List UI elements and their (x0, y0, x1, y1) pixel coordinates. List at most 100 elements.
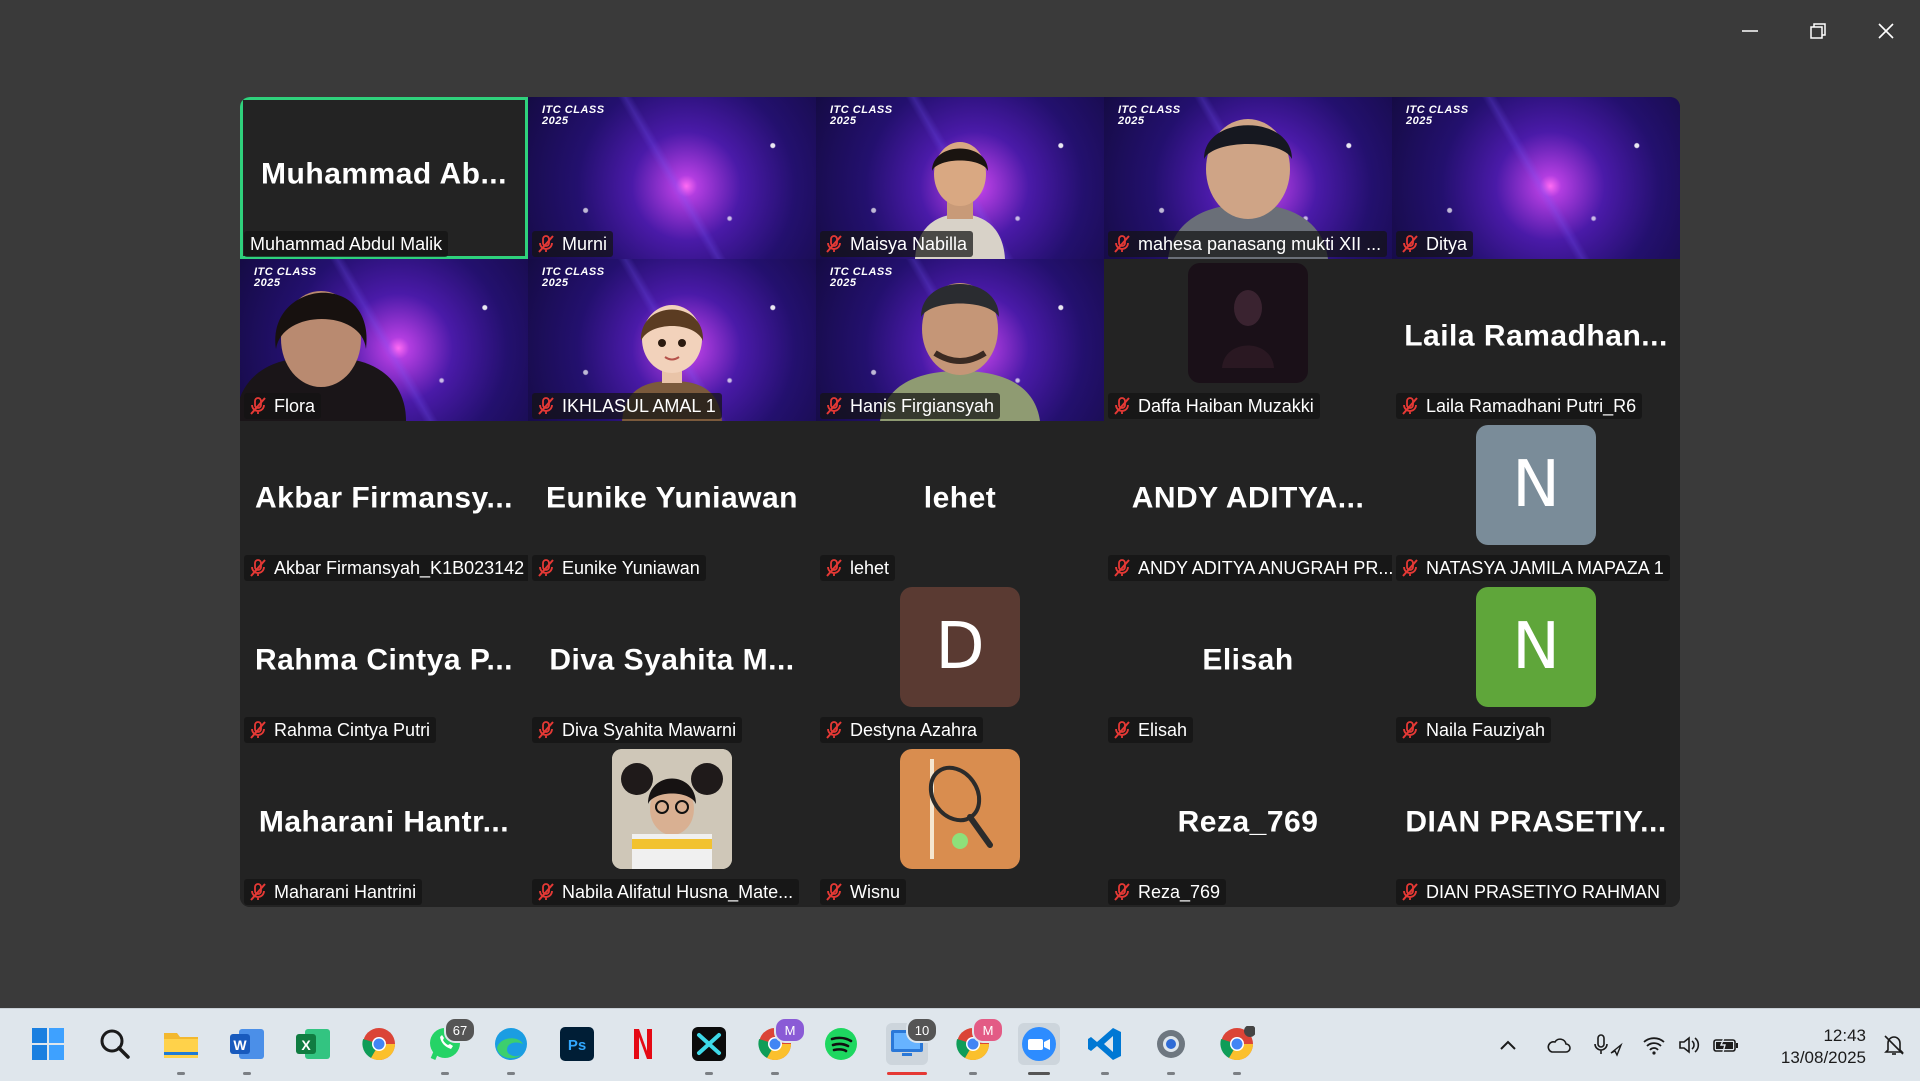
participant-tile[interactable]: ITC CLASS 2025 Maisya Nabilla (816, 97, 1104, 259)
search-button[interactable] (94, 1023, 136, 1065)
participant-tile[interactable]: Elisah Elisah (1104, 583, 1392, 745)
running-indicator (1028, 1072, 1050, 1075)
muted-mic-icon (1114, 559, 1130, 577)
restore-icon (1810, 23, 1826, 39)
participant-tile[interactable]: ANDY ADITYA... ANDY ADITYA ANUGRAH PR... (1104, 421, 1392, 583)
participant-tile[interactable]: lehet lehet (816, 421, 1104, 583)
taskbar-vscode[interactable] (1084, 1023, 1126, 1075)
participant-tile[interactable]: N Naila Fauziyah (1392, 583, 1680, 745)
wifi-button[interactable] (1636, 1035, 1672, 1055)
excel-icon: X (296, 1029, 330, 1059)
participant-tile[interactable]: Nabila Alifatul Husna_Mate... (528, 745, 816, 907)
participant-name-label: Wisnu (820, 879, 907, 905)
gallery-grid: Muhammad Ab... Muhammad Abdul Malik ITC CL… (240, 97, 1680, 907)
participant-name-label: lehet (820, 555, 896, 581)
participant-tile[interactable]: ITC CLASS 2025 Hanis Firgiansyah (816, 259, 1104, 421)
clock[interactable]: 12:43 13/08/2025 (1781, 1025, 1866, 1069)
participant-tile[interactable]: Eunike Yuniawan Eunike Yuniawan (528, 421, 816, 583)
participant-tile[interactable]: ITC CLASS 2025 Flora (240, 259, 528, 421)
participant-tile[interactable]: Akbar Firmansy... Akbar Firmansyah_K1B023… (240, 421, 528, 583)
battery-icon (1713, 1037, 1738, 1053)
participant-tile[interactable]: Maharani Hantr... Maharani Hantrini (240, 745, 528, 907)
taskbar-zoom[interactable] (1018, 1023, 1060, 1075)
running-indicator (441, 1072, 449, 1075)
participant-display-name: Diva Syahita M... (549, 643, 795, 677)
notification-button[interactable] (1882, 1033, 1906, 1062)
participant-name-label: Maharani Hantrini (244, 879, 423, 905)
volume-button[interactable] (1672, 1035, 1708, 1055)
participant-tile[interactable]: DIAN PRASETIY... DIAN PRASETIYO RAHMAN (1392, 745, 1680, 907)
participant-name-label: Maisya Nabilla (820, 231, 974, 257)
participant-tile[interactable]: Daffa Haiban Muzakki (1104, 259, 1392, 421)
onedrive-button[interactable] (1538, 1036, 1578, 1054)
participant-tile[interactable]: Laila Ramadhan... Laila Ramadhani Putri_R… (1392, 259, 1680, 421)
tray-overflow-button[interactable] (1490, 1039, 1526, 1051)
chevron-up-icon (1500, 1040, 1516, 1050)
participant-name-label: NATASYA JAMILA MAPAZA 1 (1396, 555, 1670, 581)
taskbar-netflix[interactable] (622, 1023, 664, 1065)
participant-name-label: mahesa panasang mukti XII ... (1108, 231, 1388, 257)
muted-mic-icon (250, 397, 266, 415)
itc-class-logo: ITC CLASS 2025 (542, 104, 605, 127)
muted-mic-icon (538, 397, 554, 415)
chrome-icon (1220, 1026, 1255, 1061)
speaker-icon (1679, 1036, 1700, 1054)
participant-name-label: DIAN PRASETIYO RAHMAN (1396, 879, 1667, 905)
participant-tile[interactable]: Muhammad Ab... Muhammad Abdul Malik (240, 97, 528, 259)
taskbar-chrome-profile-4[interactable] (1216, 1023, 1258, 1075)
start-button[interactable] (27, 1023, 69, 1065)
participant-tile[interactable]: Reza_769 Reza_769 (1104, 745, 1392, 907)
taskbar-app-dark[interactable] (688, 1023, 730, 1075)
system-tray (1490, 1009, 1744, 1081)
spotify-icon (825, 1028, 857, 1060)
participant-display-name: Eunike Yuniawan (545, 481, 799, 515)
running-indicator (1167, 1072, 1175, 1075)
muted-mic-icon (826, 559, 842, 577)
muted-mic-icon (1114, 397, 1130, 415)
participant-tile[interactable]: Rahma Cintya P... Rahma Cintya Putri (240, 583, 528, 745)
participant-display-name: Muhammad Ab... (261, 157, 507, 191)
participant-tile[interactable]: ITC CLASS 2025 mahesa panasang mukti XII .… (1104, 97, 1392, 259)
participant-tile[interactable]: Diva Syahita M... Diva Syahita Mawarni (528, 583, 816, 745)
muted-mic-icon (538, 235, 554, 253)
participant-display-name: lehet (923, 481, 997, 515)
running-indicator (243, 1072, 251, 1075)
taskbar-edge[interactable] (490, 1023, 532, 1075)
muted-mic-icon (1402, 721, 1418, 739)
participant-tile[interactable]: ITC CLASS 2025 Murni (528, 97, 816, 259)
taskbar-file-explorer[interactable] (160, 1023, 202, 1075)
participant-name-label: Reza_769 (1108, 879, 1227, 905)
taskbar-chrome-profile-3[interactable]: M (952, 1017, 1004, 1075)
restore-button[interactable] (1784, 0, 1852, 62)
participant-display-name: Rahma Cintya P... (254, 643, 514, 677)
participant-profile-photo (900, 749, 1020, 869)
tennis-racket-icon (928, 759, 993, 859)
participant-tile[interactable]: ITC CLASS 2025 Ditya (1392, 97, 1680, 259)
participant-name-label: Elisah (1108, 717, 1194, 743)
battery-button[interactable] (1708, 1037, 1744, 1053)
participant-tile[interactable]: D Destyna Azahra (816, 583, 1104, 745)
taskbar-chrome-profile-2[interactable]: M (754, 1017, 806, 1075)
minimize-button[interactable] (1716, 0, 1784, 62)
netflix-icon (634, 1029, 652, 1059)
participant-tile[interactable]: ITC CLASS 2025 IKHLASUL AMAL 1 (528, 259, 816, 421)
settings-gear-icon (1157, 1030, 1185, 1058)
taskbar-teams[interactable]: 10 (886, 1017, 938, 1075)
close-button[interactable] (1852, 0, 1920, 62)
chrome-icon (362, 1028, 396, 1061)
taskbar-whatsapp[interactable]: 67 (424, 1017, 476, 1075)
taskbar-excel[interactable]: X (292, 1023, 334, 1065)
minimize-icon (1742, 30, 1758, 32)
muted-mic-icon (1402, 397, 1418, 415)
taskbar-settings[interactable] (1150, 1023, 1192, 1075)
participant-tile[interactable]: N NATASYA JAMILA MAPAZA 1 (1392, 421, 1680, 583)
taskbar-spotify[interactable] (820, 1023, 862, 1065)
svg-text:Ps: Ps (568, 1037, 586, 1054)
taskbar-word[interactable]: W (226, 1023, 268, 1075)
participant-profile-photo (612, 749, 732, 869)
microphone-location-button[interactable] (1588, 1033, 1628, 1057)
taskbar-chrome[interactable] (358, 1023, 400, 1065)
participant-tile[interactable]: Wisnu (816, 745, 1104, 907)
participant-initial-avatar: N (1476, 587, 1596, 707)
taskbar-photoshop[interactable]: Ps (556, 1023, 598, 1065)
